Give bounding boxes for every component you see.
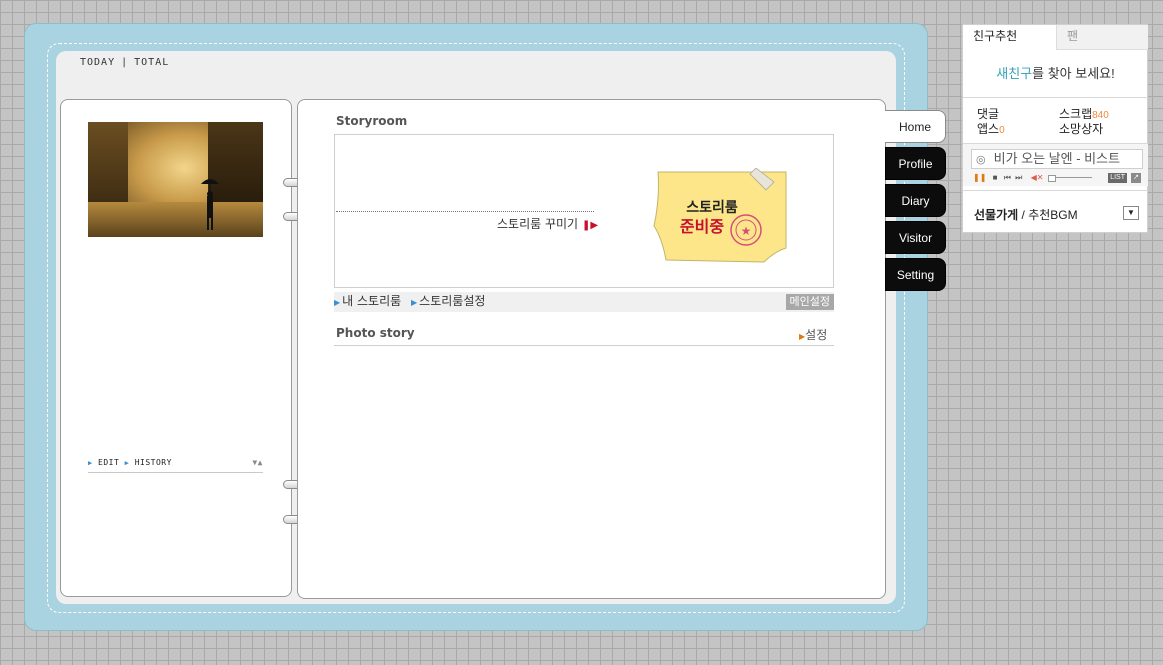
bgm-player: ◎ 비가 오는 날엔 - 비스트 ❚❚ ■ ⏮ ⏭ ◀✕ LIST ↗ bbox=[963, 144, 1148, 186]
find-rest: 를 찾아 보세요! bbox=[1032, 66, 1115, 81]
counter-separator: | bbox=[121, 57, 129, 68]
umbrella-person-icon bbox=[201, 179, 219, 230]
photo-story-title: Photo story bbox=[336, 326, 415, 340]
photo-story-setting-link[interactable]: ▶설정 bbox=[799, 326, 827, 343]
wishbox-label: 소망상자 bbox=[1059, 122, 1104, 136]
scrap-link[interactable]: 스크랩840 bbox=[1059, 107, 1109, 123]
visitor-counter: TODAY | TOTAL bbox=[80, 57, 169, 68]
history-link[interactable]: HISTORY bbox=[135, 458, 172, 467]
triangle-right-icon: ▶ bbox=[124, 459, 130, 467]
side-widget: 친구추천 팬 새친구를 찾아 보세요! 댓글 스크랩840 앱스0 소망상자 ◎… bbox=[962, 24, 1148, 233]
find-friends-link[interactable]: 새친구를 찾아 보세요! bbox=[963, 63, 1148, 82]
triangle-right-icon: ▶ bbox=[88, 459, 93, 467]
photo-story-divider bbox=[334, 345, 834, 346]
storyroom-bar: ▶ 내 스토리룸 ▶ 스토리룸설정 메인설정 bbox=[334, 292, 834, 312]
playlist-button[interactable]: LIST bbox=[1108, 173, 1127, 183]
photo-story-setting-label: 설정 bbox=[805, 328, 828, 342]
next-icon[interactable]: ⏭ bbox=[1015, 173, 1022, 182]
storyroom-settings-link[interactable]: 스토리룸설정 bbox=[419, 294, 485, 308]
apps-count: 0 bbox=[999, 125, 1005, 136]
photo-street bbox=[88, 202, 263, 237]
comments-link[interactable]: 댓글 bbox=[977, 107, 999, 121]
triangle-right-icon: ▶ bbox=[411, 298, 418, 307]
main-setting-button[interactable]: 메인설정 bbox=[785, 294, 834, 310]
storyroom-title: Storyroom bbox=[336, 114, 408, 128]
wishbox-link[interactable]: 소망상자 bbox=[1059, 122, 1103, 136]
scrap-count: 840 bbox=[1092, 110, 1109, 121]
my-storyroom-link[interactable]: 내 스토리룸 bbox=[342, 294, 401, 308]
tab-fan[interactable]: 팬 bbox=[1056, 25, 1148, 50]
prev-icon[interactable]: ⏮ bbox=[1004, 173, 1011, 182]
gift-shop-link[interactable]: 선물가게 bbox=[974, 208, 1018, 222]
note-line1: 스토리룸 bbox=[686, 200, 738, 216]
player-controls: ❚❚ ■ ⏮ ⏭ ◀✕ LIST ↗ bbox=[973, 173, 1143, 185]
total-label: TOTAL bbox=[134, 57, 170, 68]
edit-link[interactable]: EDIT bbox=[98, 458, 119, 467]
song-title-display[interactable]: ◎ 비가 오는 날엔 - 비스트 bbox=[971, 149, 1143, 169]
tab-visitor[interactable]: Visitor bbox=[885, 221, 946, 254]
stop-icon[interactable]: ■ bbox=[993, 173, 998, 182]
recommend-bgm-link[interactable]: 추천BGM bbox=[1028, 208, 1077, 222]
volume-slider[interactable] bbox=[1047, 175, 1092, 183]
chevron-down-icon[interactable]: ▼ bbox=[1123, 206, 1139, 220]
decorate-storyroom-label: 스토리룸 꾸미기 bbox=[497, 217, 579, 231]
widget-divider bbox=[963, 190, 1148, 191]
mute-icon[interactable]: ◀✕ bbox=[1031, 173, 1044, 182]
apps-link[interactable]: 앱스0 bbox=[977, 122, 1005, 138]
gift-shop-row: 선물가게 / 추천BGM bbox=[974, 206, 1078, 223]
comments-label: 댓글 bbox=[977, 107, 1000, 121]
sticky-note-icon: ★ 스토리룸 준비중 bbox=[653, 168, 787, 263]
dotted-divider bbox=[336, 211, 594, 212]
red-arrow-icon: ❚▶ bbox=[581, 220, 599, 231]
find-highlight: 새친구 bbox=[996, 66, 1033, 81]
gift-separator: / bbox=[1018, 208, 1029, 222]
widget-divider bbox=[963, 97, 1148, 98]
triangle-right-icon: ▶ bbox=[334, 298, 341, 307]
edit-history-bar: ▶ EDIT ▶ HISTORY ▼▲ bbox=[88, 458, 263, 473]
tab-diary[interactable]: Diary bbox=[885, 184, 946, 217]
today-label: TODAY bbox=[80, 57, 116, 68]
tab-profile[interactable]: Profile bbox=[885, 147, 946, 180]
pause-icon[interactable]: ❚❚ bbox=[973, 173, 986, 182]
popup-icon[interactable]: ↗ bbox=[1131, 173, 1141, 183]
tab-friend-recommend[interactable]: 친구추천 bbox=[963, 25, 1056, 50]
down-up-arrows-icon[interactable]: ▼▲ bbox=[252, 458, 263, 467]
apps-label: 앱스 bbox=[977, 122, 1000, 136]
profile-photo[interactable] bbox=[88, 122, 263, 237]
note-line2: 준비중 bbox=[680, 217, 724, 236]
cd-icon: ◎ bbox=[976, 154, 986, 166]
svg-text:★: ★ bbox=[741, 224, 752, 238]
tab-home[interactable]: Home bbox=[885, 110, 946, 143]
song-title: 비가 오는 날엔 - 비스트 bbox=[993, 151, 1121, 166]
volume-knob[interactable] bbox=[1047, 175, 1056, 183]
tab-setting[interactable]: Setting bbox=[885, 258, 946, 291]
decorate-storyroom-link[interactable]: 스토리룸 꾸미기 ❚▶ bbox=[497, 215, 598, 232]
scrap-label: 스크랩 bbox=[1059, 107, 1093, 121]
